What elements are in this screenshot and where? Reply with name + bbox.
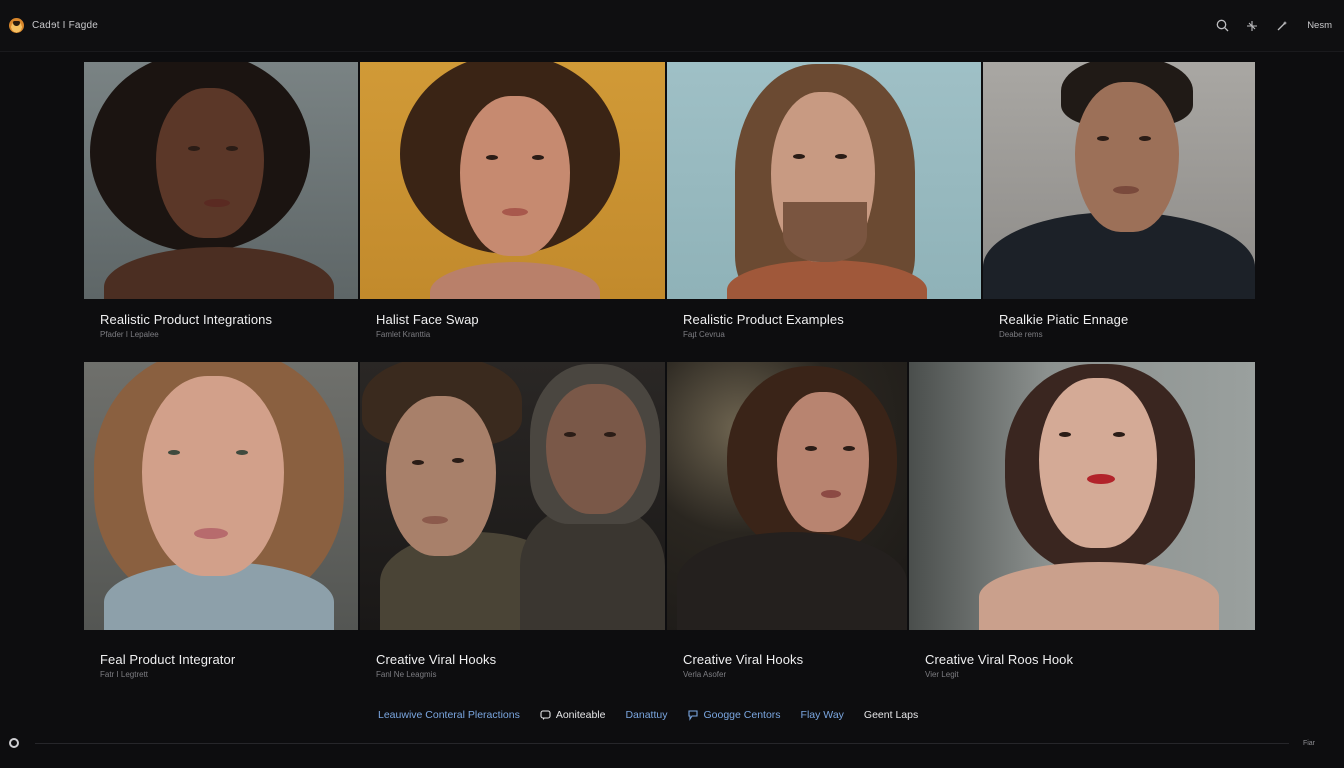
card-title: Realkie Piatic Ennage — [999, 312, 1129, 327]
template-card[interactable]: Realistic Product Integrations Pfaɗer I … — [84, 62, 358, 342]
card-caption: Halist Face Swap Famlet Kranttia — [376, 312, 479, 339]
template-card[interactable]: Realistic Product Examples Faɟt Cevrua — [667, 62, 981, 342]
template-card[interactable]: Creative Viral Hooks Verla Asofer — [667, 362, 907, 702]
card-caption: Creative Viral Roos Hook Vier Legit — [925, 652, 1073, 679]
footer-links: Leauwive Conteral Pleractions Aoniteable… — [378, 707, 918, 723]
template-card[interactable]: Creative Viral Hooks Fanl Ne Leagmis — [360, 362, 665, 702]
card-subtitle: Deabe rems — [999, 330, 1043, 339]
footer-link-label: Leauwive Conteral Pleractions — [378, 709, 520, 721]
scrub-label: Fiar — [1302, 739, 1315, 747]
portrait-thumbnail — [983, 62, 1255, 299]
portrait-thumbnail — [360, 362, 665, 630]
bottom-scrubber: Fiar — [0, 732, 1344, 754]
card-subtitle: Pfaɗer I Lepalee — [100, 330, 159, 339]
card-title: Realistic Product Integrations — [100, 312, 273, 327]
portrait-thumbnail — [84, 62, 358, 299]
card-caption: Realkie Piatic Ennage Deabe rems — [999, 312, 1128, 339]
settings-icon[interactable] — [9, 738, 19, 748]
card-caption: Creative Viral Hooks Verla Asofer — [683, 652, 803, 679]
card-title: Creative Viral Hooks — [683, 652, 804, 667]
scrub-track[interactable] — [35, 742, 1289, 744]
card-caption: Realistic Product Integrations Pfaɗer I … — [100, 312, 272, 339]
bookmark-icon — [687, 709, 698, 721]
card-title: Feal Product Integrator — [100, 652, 236, 667]
portrait-thumbnail — [909, 362, 1255, 630]
card-title: Creative Viral Hooks — [376, 652, 497, 667]
card-title: Realistic Product Examples — [683, 312, 844, 327]
footer-link-googge[interactable]: Googge Centors — [687, 709, 781, 721]
footer-link-flay-way[interactable]: Flay Way — [801, 709, 844, 721]
brand[interactable]: Cadɘt I Fagde — [9, 18, 98, 33]
gallery-row-2: Feal Product Integrator Fatr I Legtrett … — [84, 362, 1255, 702]
user-menu-label[interactable]: Nesm — [1307, 20, 1332, 31]
card-subtitle: Faɟt Cevrua — [683, 330, 725, 339]
footer-link-aoniteable[interactable]: Aoniteable — [540, 709, 606, 721]
card-title: Halist Face Swap — [376, 312, 479, 327]
card-caption: Feal Product Integrator Fatr I Legtrett — [100, 652, 235, 679]
footer-link-label: Aoniteable — [555, 709, 606, 721]
portrait-thumbnail — [667, 362, 907, 630]
wand-icon[interactable] — [1275, 19, 1289, 33]
footer-link-label: Danattuy — [625, 709, 668, 721]
chat-icon — [540, 709, 551, 721]
portrait-thumbnail — [667, 62, 981, 299]
card-title: Creative Viral Roos Hook — [925, 652, 1074, 667]
footer-link-contextual[interactable]: Leauwive Conteral Pleractions — [378, 709, 520, 721]
footer-link-geent-laps[interactable]: Geent Laps — [864, 709, 918, 721]
template-card[interactable]: Feal Product Integrator Fatr I Legtrett — [84, 362, 358, 702]
footer-link-danattuy[interactable]: Danattuy — [625, 709, 667, 721]
card-subtitle: Verla Asofer — [683, 670, 727, 679]
card-subtitle: Fanl Ne Leagmis — [376, 670, 437, 679]
portrait-thumbnail — [360, 62, 665, 299]
portrait-thumbnail — [84, 362, 358, 630]
gallery-row-1: Realistic Product Integrations Pfaɗer I … — [84, 62, 1255, 342]
template-card[interactable]: Halist Face Swap Famlet Kranttia — [360, 62, 665, 342]
card-subtitle: Vier Legit — [925, 670, 959, 679]
card-caption: Realistic Product Examples Faɟt Cevrua — [683, 312, 844, 339]
app-logo-icon — [9, 18, 24, 33]
sparkle-icon[interactable] — [1245, 19, 1259, 33]
card-subtitle: Fatr I Legtrett — [100, 670, 149, 679]
search-icon[interactable] — [1215, 19, 1229, 33]
template-card[interactable]: Realkie Piatic Ennage Deabe rems — [983, 62, 1255, 342]
top-actions: Nesm — [1215, 19, 1332, 33]
template-card[interactable]: Creative Viral Roos Hook Vier Legit — [909, 362, 1255, 702]
top-bar: Cadɘt I Fagde Nesm — [0, 0, 1344, 52]
footer-link-label: Googge Centors — [703, 709, 781, 721]
card-caption: Creative Viral Hooks Fanl Ne Leagmis — [376, 652, 496, 679]
footer-link-label: Flay Way — [800, 709, 844, 721]
card-subtitle: Famlet Kranttia — [376, 330, 431, 339]
footer-link-label: Geent Laps — [863, 709, 919, 721]
brand-name: Cadɘt I Fagde — [32, 20, 98, 31]
